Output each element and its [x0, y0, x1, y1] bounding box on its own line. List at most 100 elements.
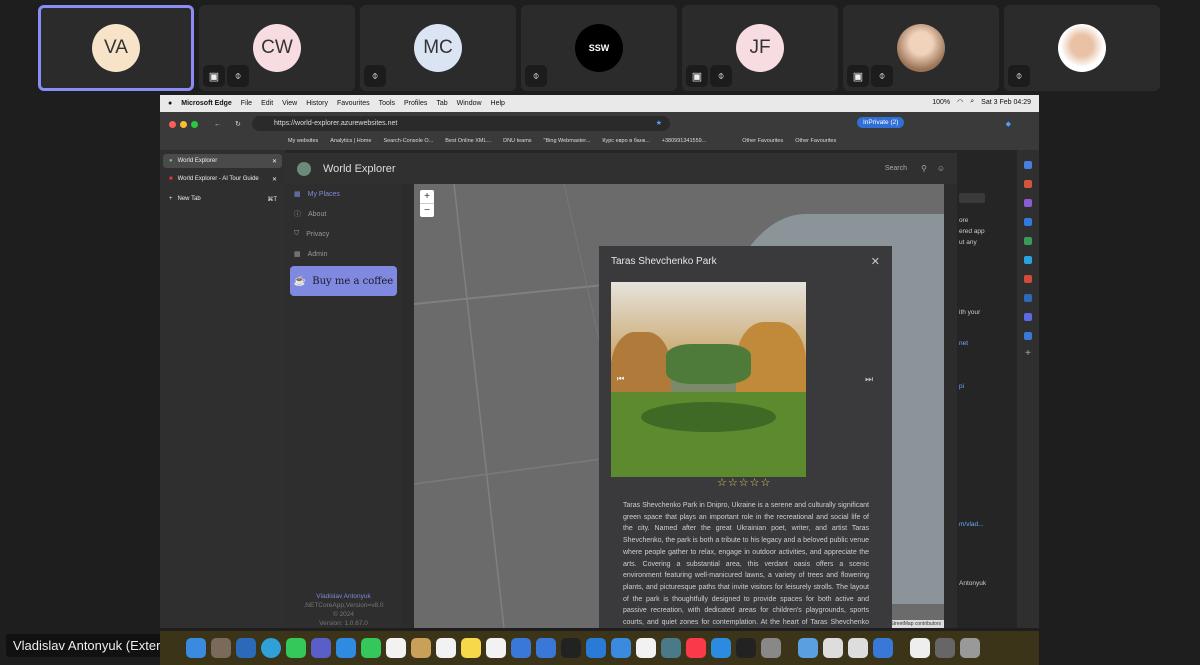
nav-privacy[interactable]: ⛉ Privacy — [285, 224, 402, 244]
app-icon[interactable] — [935, 638, 955, 658]
reload-icon[interactable]: ↻ — [235, 120, 241, 128]
new-tab-button[interactable]: + New Tab ⌘T — [163, 192, 282, 206]
maximize-window-button[interactable] — [191, 120, 198, 128]
participant-tile[interactable]: ⌽ — [1004, 5, 1160, 91]
participant-tile[interactable]: CW ▣ ⌽ — [199, 5, 355, 91]
menu-view[interactable]: View — [282, 100, 297, 107]
menu-window[interactable]: Window — [457, 100, 482, 107]
app-icon[interactable] — [636, 638, 656, 658]
app-icon[interactable] — [823, 638, 843, 658]
favourite-item[interactable]: My websites — [288, 138, 318, 144]
sidebar-app-icon[interactable] — [1024, 294, 1032, 302]
edge-icon[interactable] — [261, 638, 281, 658]
menu-favourites[interactable]: Favourites — [337, 100, 370, 107]
sidebar-app-icon[interactable] — [1024, 180, 1032, 188]
close-window-button[interactable] — [169, 120, 176, 128]
menu-profiles[interactable]: Profiles — [404, 100, 427, 107]
favourite-item[interactable]: Analytics | Home — [330, 138, 371, 144]
panel-link[interactable]: net — [959, 340, 968, 347]
panel-link[interactable]: m/vlad... — [959, 521, 984, 528]
menu-tab[interactable]: Tab — [436, 100, 447, 107]
nav-admin[interactable]: ▦ Admin — [285, 244, 402, 264]
panel-link[interactable]: pi — [959, 383, 964, 390]
user-icon[interactable]: ☺ — [937, 164, 945, 173]
calendar-icon[interactable] — [386, 638, 406, 658]
participant-tile[interactable]: JF ▣ ⌽ — [682, 5, 838, 91]
prev-photo-icon[interactable]: ⏮ — [617, 374, 624, 384]
menu-file[interactable]: File — [241, 100, 252, 107]
close-tab-icon[interactable]: ✕ — [272, 176, 277, 183]
messages-icon[interactable] — [286, 638, 306, 658]
teams-icon[interactable] — [311, 638, 331, 658]
close-tab-icon[interactable]: ✕ — [272, 158, 277, 165]
app-store-icon[interactable] — [711, 638, 731, 658]
mail-icon[interactable] — [336, 638, 356, 658]
favourite-item[interactable]: DNU teams — [503, 138, 531, 144]
menu-edit[interactable]: Edit — [261, 100, 273, 107]
wifi-icon[interactable]: ◠ — [957, 98, 963, 106]
next-photo-icon[interactable]: ⏭ — [865, 374, 873, 385]
menu-history[interactable]: History — [306, 100, 328, 107]
inprivate-badge[interactable]: InPrivate (2) — [857, 117, 905, 128]
freeform-icon[interactable] — [486, 638, 506, 658]
terminal-icon[interactable] — [736, 638, 756, 658]
back-icon[interactable]: ← — [214, 121, 221, 128]
app-icon[interactable] — [798, 638, 818, 658]
copilot-icon[interactable]: ◆ — [1006, 120, 1011, 128]
app-menu[interactable]: Microsoft Edge — [181, 100, 232, 107]
favourite-item[interactable]: "Bing Webmaster... — [544, 138, 591, 144]
minimize-window-button[interactable] — [180, 120, 187, 128]
tab-world-explorer[interactable]: ● World Explorer ✕ — [163, 154, 282, 168]
sidebar-app-icon[interactable] — [1024, 256, 1032, 264]
favourite-item[interactable]: Курс евро в банк... — [602, 138, 649, 144]
xcode-icon[interactable] — [511, 638, 531, 658]
close-icon[interactable]: ✕ — [871, 255, 880, 268]
author-link[interactable]: Vladislav Antonyuk — [285, 592, 402, 601]
place-photo[interactable]: ⏮ — [611, 282, 806, 477]
app-icon[interactable] — [873, 638, 893, 658]
menu-tools[interactable]: Tools — [379, 100, 395, 107]
search-icon[interactable]: ⌕ — [970, 98, 974, 106]
notes-icon[interactable] — [411, 638, 431, 658]
app-icon[interactable] — [236, 638, 256, 658]
system-settings-icon[interactable] — [761, 638, 781, 658]
add-icon[interactable]: + — [1017, 348, 1039, 359]
zoom-in-button[interactable]: + — [420, 190, 434, 203]
sidebar-app-icon[interactable] — [1024, 313, 1032, 321]
sidebar-app-icon[interactable] — [1024, 237, 1032, 245]
docker-icon[interactable] — [611, 638, 631, 658]
vscode-icon[interactable] — [586, 638, 606, 658]
app-icon[interactable] — [536, 638, 556, 658]
sidebar-app-icon[interactable] — [1024, 199, 1032, 207]
stickies-icon[interactable] — [461, 638, 481, 658]
launchpad-icon[interactable] — [211, 638, 231, 658]
app-icon[interactable] — [661, 638, 681, 658]
filter-icon[interactable]: ⚲ — [921, 164, 927, 173]
trash-icon[interactable] — [960, 638, 980, 658]
address-bar[interactable]: https://world-explorer.azurewebsites.net… — [252, 116, 670, 131]
facetime-icon[interactable] — [361, 638, 381, 658]
favourite-item[interactable]: Search-Console O... — [383, 138, 433, 144]
menu-help[interactable]: Help — [491, 100, 505, 107]
favorite-star-icon[interactable]: ★ — [656, 116, 662, 131]
search-label[interactable]: Search — [885, 165, 907, 172]
tab-ai-tour-guide[interactable]: ■ World Explorer - AI Tour Guide ✕ — [163, 172, 282, 186]
finder-icon[interactable] — [186, 638, 206, 658]
rider-icon[interactable] — [561, 638, 581, 658]
apple-icon[interactable]: ● — [168, 100, 172, 107]
favourite-item[interactable]: +380991341559... — [662, 138, 707, 144]
participant-tile[interactable]: MC ⌽ — [360, 5, 516, 91]
nav-my-places[interactable]: ▦ My Places — [285, 184, 402, 204]
favourite-item[interactable]: Other Favourites — [742, 138, 783, 144]
app-icon[interactable] — [848, 638, 868, 658]
favourite-item[interactable]: Best Online XML... — [445, 138, 491, 144]
clock[interactable]: Sat 3 Feb 04:29 — [981, 99, 1031, 106]
buy-me-a-coffee-button[interactable]: ☕ Buy me a coffee — [290, 266, 397, 296]
music-icon[interactable] — [686, 638, 706, 658]
participant-tile[interactable]: SSW ⌽ — [521, 5, 677, 91]
sidebar-app-icon[interactable] — [1024, 218, 1032, 226]
zoom-out-button[interactable]: − — [420, 203, 434, 217]
dropdown[interactable] — [959, 193, 985, 203]
sidebar-app-icon[interactable] — [1024, 161, 1032, 169]
participant-tile[interactable]: ▣ ⌽ — [843, 5, 999, 91]
